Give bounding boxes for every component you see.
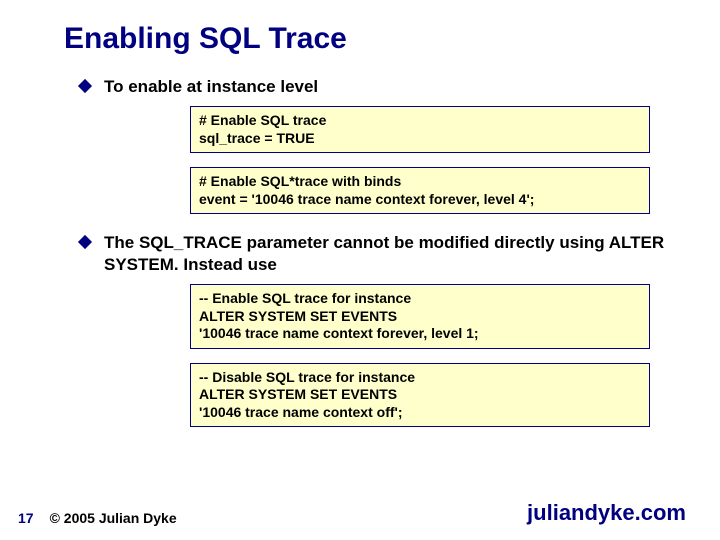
bullet-2: The SQL_TRACE parameter cannot be modifi… — [80, 232, 680, 276]
bullet-1: To enable at instance level — [80, 76, 680, 98]
diamond-icon — [78, 235, 92, 249]
copyright-text: © 2005 Julian Dyke — [50, 510, 177, 526]
slide: Enabling SQL Trace To enable at instance… — [0, 0, 720, 540]
code-box-4: -- Disable SQL trace for instance ALTER … — [190, 363, 650, 428]
footer-left: 17 © 2005 Julian Dyke — [18, 510, 177, 526]
site-name: juliandyke.com — [527, 500, 686, 526]
footer: 17 © 2005 Julian Dyke juliandyke.com — [0, 500, 720, 526]
bullet-2-text: The SQL_TRACE parameter cannot be modifi… — [104, 232, 680, 276]
diamond-icon — [78, 79, 92, 93]
bullet-1-text: To enable at instance level — [104, 76, 318, 98]
page-number: 17 — [18, 510, 34, 526]
code-box-3: -- Enable SQL trace for instance ALTER S… — [190, 284, 650, 349]
code-box-2: # Enable SQL*trace with binds event = '1… — [190, 167, 650, 214]
content-area: To enable at instance level # Enable SQL… — [80, 76, 680, 441]
code-box-1: # Enable SQL trace sql_trace = TRUE — [190, 106, 650, 153]
slide-title: Enabling SQL Trace — [64, 22, 347, 56]
